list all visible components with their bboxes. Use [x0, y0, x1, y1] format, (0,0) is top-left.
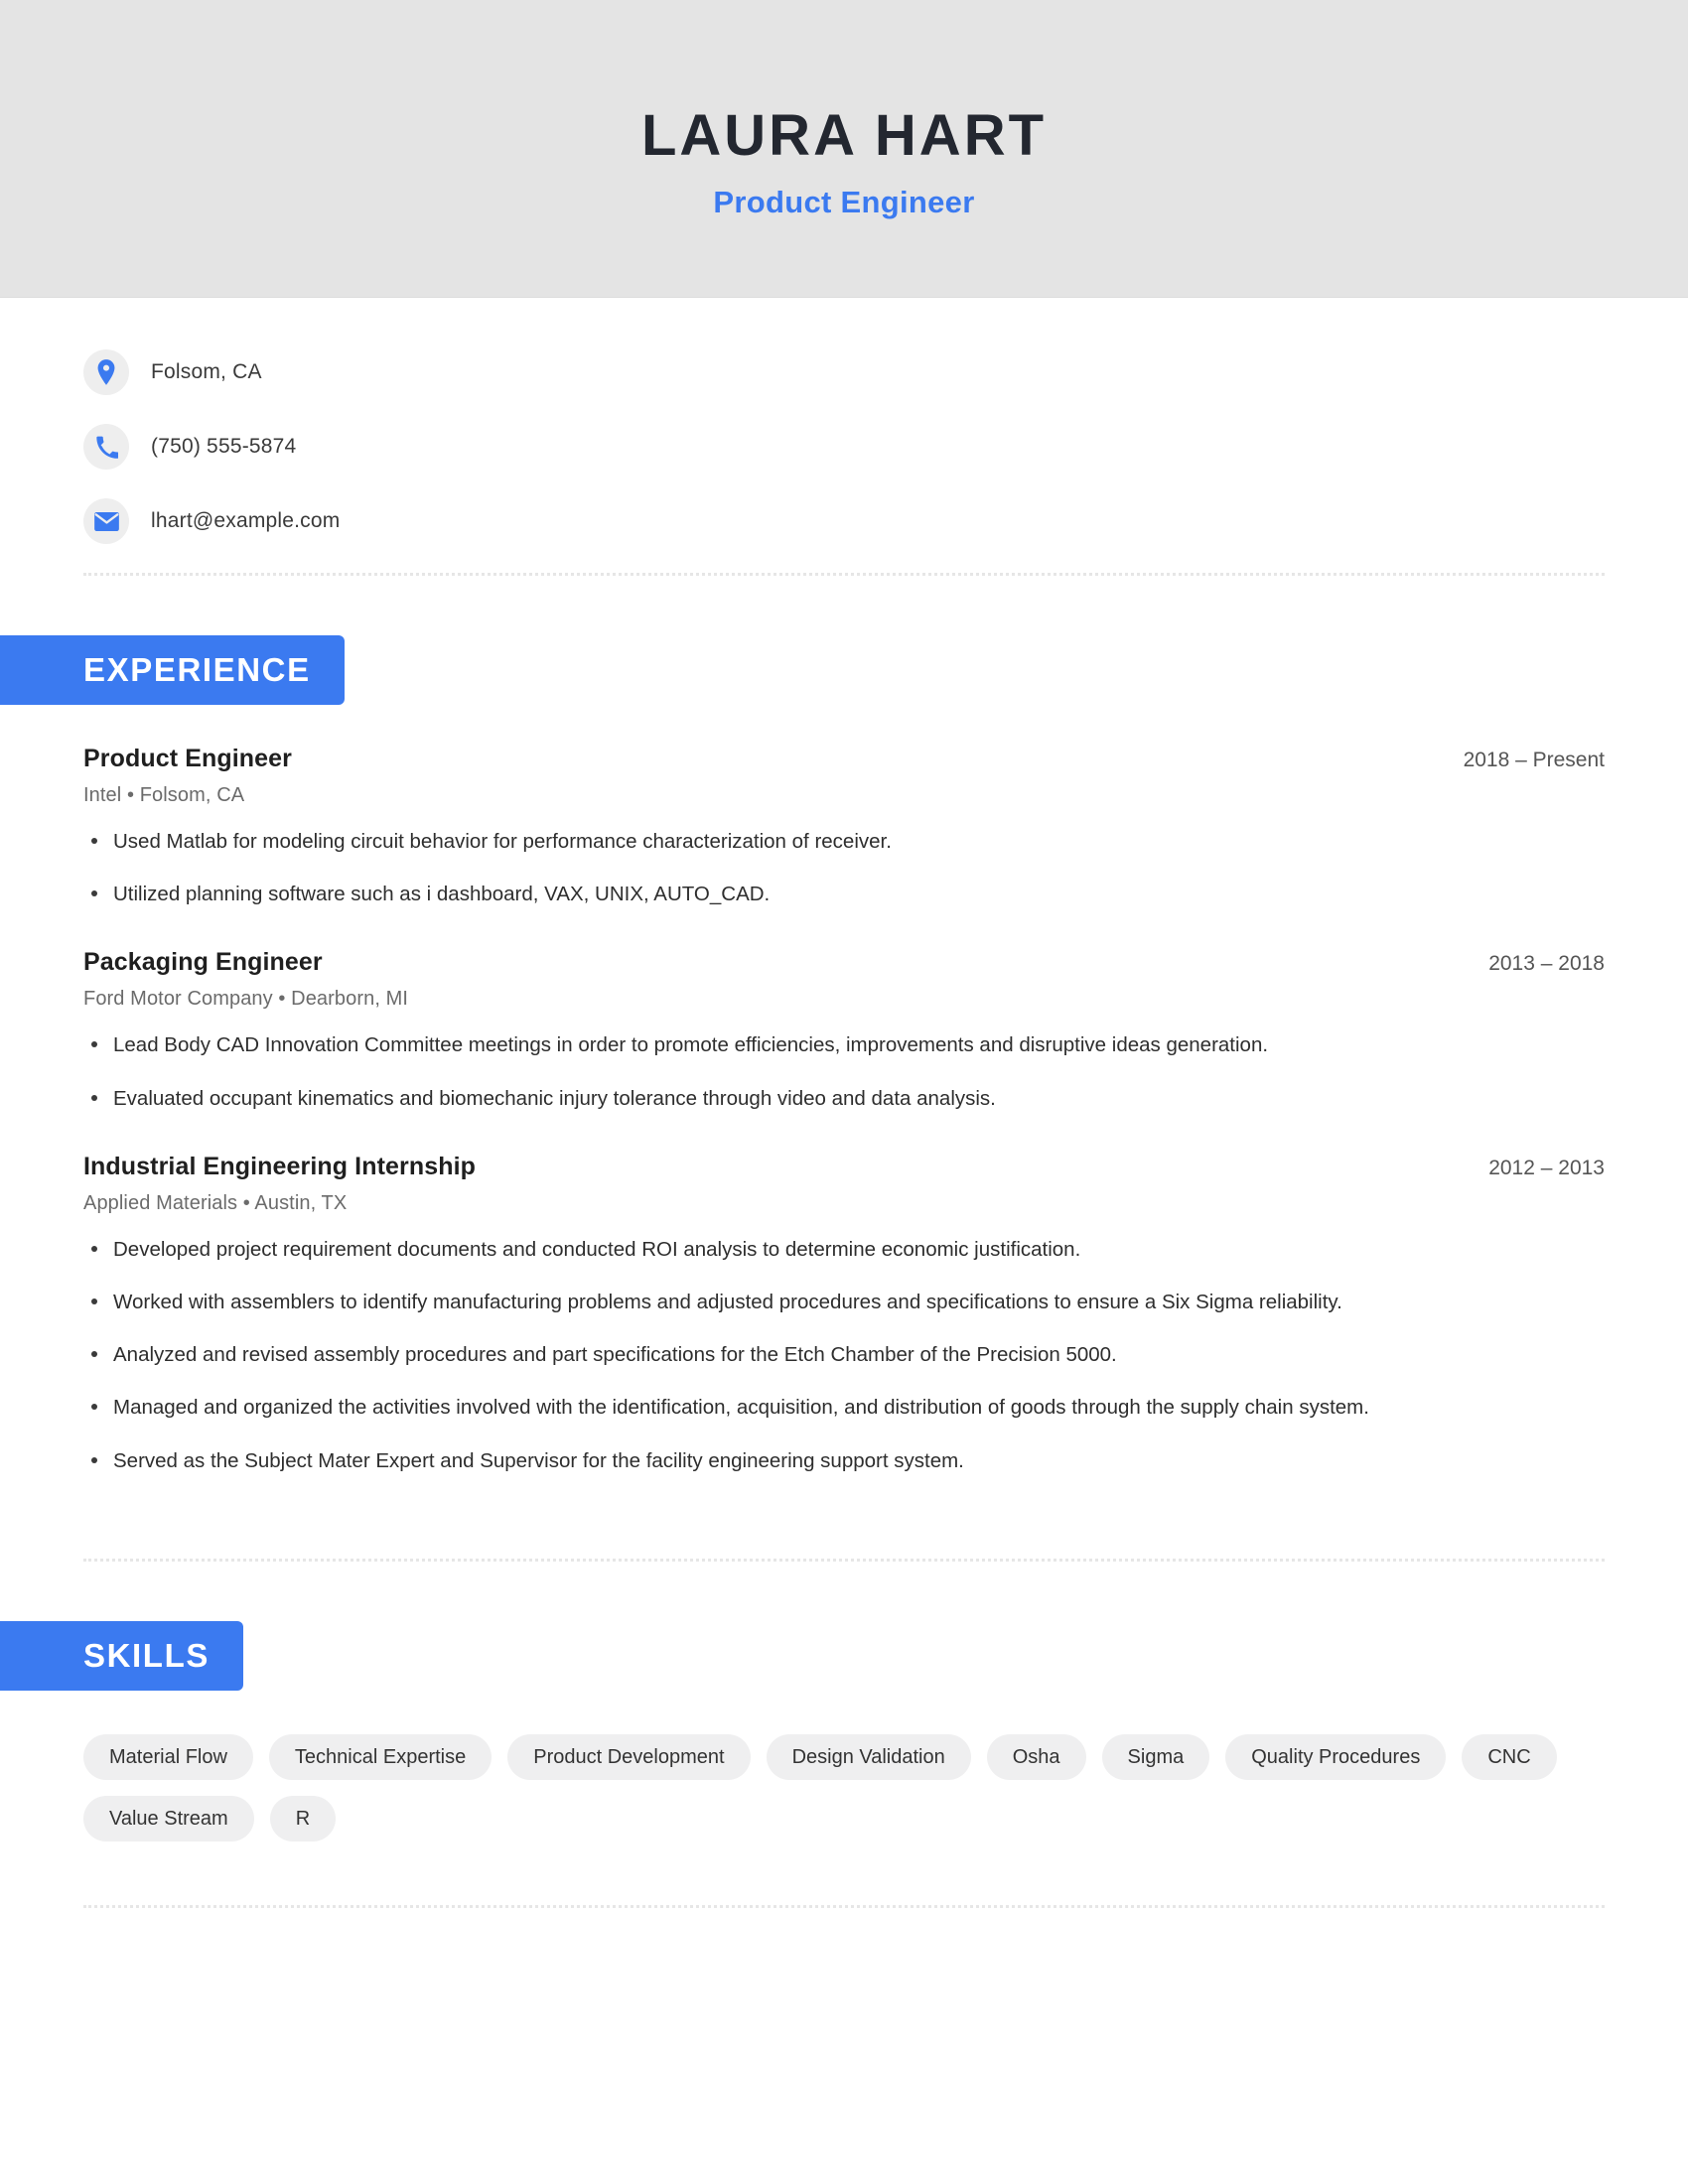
skill-tag: R	[269, 1795, 337, 1842]
divider-skills	[83, 1904, 1605, 1908]
skills-list: Material Flow Technical Expertise Produc…	[83, 1733, 1573, 1842]
experience-bullet-list: Lead Body CAD Innovation Committee meeti…	[83, 1028, 1605, 1114]
experience-dates: 2013 – 2018	[1488, 952, 1605, 976]
contact-item-location[interactable]: Folsom, CA	[83, 349, 1605, 395]
contact-location-text: Folsom, CA	[151, 360, 262, 383]
section-heading-experience: EXPERIENCE	[0, 635, 345, 705]
resume-header: LAURA HART Product Engineer	[0, 0, 1688, 298]
list-item: Used Matlab for modeling circuit behavio…	[83, 825, 1503, 858]
skill-tag: Quality Procedures	[1225, 1733, 1447, 1780]
experience-entry-header: Product Engineer 2018 – Present	[83, 745, 1605, 773]
experience-entry: Packaging Engineer 2013 – 2018 Ford Moto…	[83, 948, 1605, 1114]
contact-phone-text: (750) 555-5874	[151, 435, 297, 458]
experience-role: Packaging Engineer	[83, 948, 323, 977]
list-item: Analyzed and revised assembly procedures…	[83, 1338, 1503, 1371]
skill-tag: Product Development	[507, 1733, 751, 1780]
experience-entry: Industrial Engineering Internship 2012 –…	[83, 1153, 1605, 1477]
contact-email-text: lhart@example.com	[151, 509, 341, 532]
experience-role: Product Engineer	[83, 745, 292, 772]
list-item: Lead Body CAD Innovation Committee meeti…	[83, 1028, 1503, 1061]
skills-section-body: Material Flow Technical Expertise Produc…	[0, 1733, 1688, 1883]
experience-entry-header: Packaging Engineer 2013 – 2018	[83, 948, 1605, 977]
skill-tag: Design Validation	[766, 1733, 971, 1780]
divider-experience	[83, 1558, 1605, 1562]
skill-tag: Material Flow	[83, 1733, 253, 1780]
resume-page: LAURA HART Product Engineer Folsom, CA (…	[0, 0, 1688, 2184]
skill-tag: Sigma	[1101, 1733, 1210, 1780]
experience-dates: 2012 – 2013	[1488, 1156, 1605, 1179]
contact-item-email[interactable]: lhart@example.com	[83, 498, 1605, 544]
location-pin-icon	[83, 349, 129, 395]
experience-dates: 2018 – Present	[1463, 749, 1605, 771]
list-item: Served as the Subject Mater Expert and S…	[83, 1444, 1503, 1477]
list-item: Managed and organized the activities inv…	[83, 1391, 1503, 1424]
experience-section-body: Product Engineer 2018 – Present Intel • …	[0, 745, 1688, 1537]
skill-tag: CNC	[1462, 1733, 1557, 1780]
experience-company-location: Ford Motor Company • Dearborn, MI	[83, 988, 409, 1011]
email-icon	[83, 498, 129, 544]
section-heading-skills: SKILLS	[0, 1620, 243, 1691]
experience-role: Industrial Engineering Internship	[83, 1152, 476, 1180]
divider-contact	[83, 573, 1605, 576]
list-item: Evaluated occupant kinematics and biomec…	[83, 1082, 1503, 1115]
experience-bullet-list: Developed project requirement documents …	[83, 1233, 1605, 1477]
skill-tag: Osha	[986, 1733, 1086, 1780]
experience-entry-header: Industrial Engineering Internship 2012 –…	[83, 1153, 1605, 1181]
contact-block: Folsom, CA (750) 555-5874 lhart@example.…	[0, 298, 1688, 544]
page-title: LAURA HART	[640, 103, 1048, 169]
contact-item-phone[interactable]: (750) 555-5874	[83, 424, 1605, 470]
experience-company-location: Applied Materials • Austin, TX	[83, 1191, 348, 1214]
list-item: Developed project requirement documents …	[83, 1233, 1503, 1266]
list-item: Worked with assemblers to identify manuf…	[83, 1286, 1503, 1318]
experience-bullet-list: Used Matlab for modeling circuit behavio…	[83, 825, 1605, 910]
experience-entry: Product Engineer 2018 – Present Intel • …	[83, 745, 1605, 910]
skill-tag: Technical Expertise	[268, 1733, 492, 1780]
skill-tag: Value Stream	[83, 1795, 254, 1842]
phone-icon	[83, 424, 129, 470]
experience-company-location: Intel • Folsom, CA	[83, 784, 245, 806]
header-job-title: Product Engineer	[713, 184, 975, 219]
list-item: Utilized planning software such as i das…	[83, 878, 1503, 910]
